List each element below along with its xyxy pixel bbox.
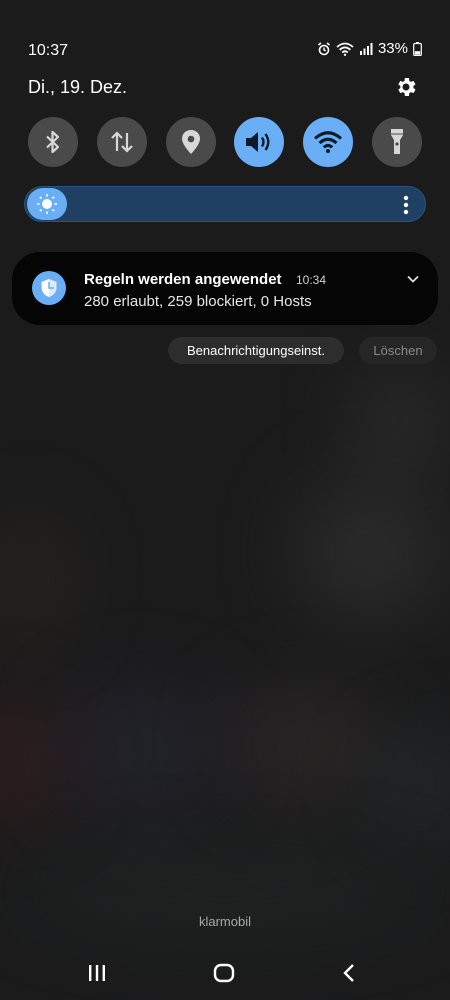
more-vertical-icon [403,195,409,215]
notification-card[interactable]: Regeln werden angewendet 10:34 280 erlau… [12,252,438,325]
date-label: Di., 19. Dez. [28,77,128,97]
notification-app-icon [32,271,66,305]
flashlight-icon [390,129,403,154]
wifi-toggle[interactable] [303,117,354,167]
status-time: 10:37 [28,42,69,59]
notification-title: Regeln werden angewendet [84,271,282,288]
notification-settings-button[interactable]: Benachrichtigungseinst. [168,337,344,364]
status-bar: 10:37 33% [28,36,422,66]
back-button[interactable] [337,962,361,984]
notification-expand-button[interactable] [406,272,420,286]
wifi-icon [314,131,343,153]
mobile-data-icon [111,131,133,153]
location-toggle[interactable] [165,117,216,167]
recents-button[interactable] [85,962,109,984]
notification-time: 10:34 [296,273,327,287]
carrier-label: klarmobil [198,914,251,929]
gear-icon [398,78,416,96]
brightness-options-button[interactable] [403,195,409,215]
home-icon [213,963,235,983]
brightness-slider[interactable] [24,186,426,222]
wifi-icon [336,42,354,56]
sun-icon [37,194,57,214]
battery-percent: 33% [377,40,408,57]
bluetooth-icon [46,130,60,154]
shield-icon [41,279,57,297]
brightness-handle[interactable] [27,188,67,220]
mobile-data-toggle[interactable] [96,117,147,167]
settings-button[interactable] [394,75,418,99]
alarm-icon [317,41,330,55]
notification-body: 280 erlaubt, 259 blockiert, 0 Hosts [84,293,312,310]
home-button[interactable] [212,962,236,984]
flashlight-toggle[interactable] [371,117,422,167]
navigation-bar [0,958,450,988]
quick-settings [28,117,422,167]
clear-button[interactable]: Löschen [359,337,437,364]
status-icons: 33% [317,40,422,57]
sound-toggle[interactable] [234,117,285,167]
bluetooth-toggle[interactable] [28,117,78,167]
sound-icon [246,132,270,152]
battery-icon [413,41,422,56]
signal-icon [359,42,373,55]
recents-icon [89,965,105,981]
back-icon [343,964,354,982]
chevron-down-icon [407,275,419,283]
location-icon [181,130,200,154]
